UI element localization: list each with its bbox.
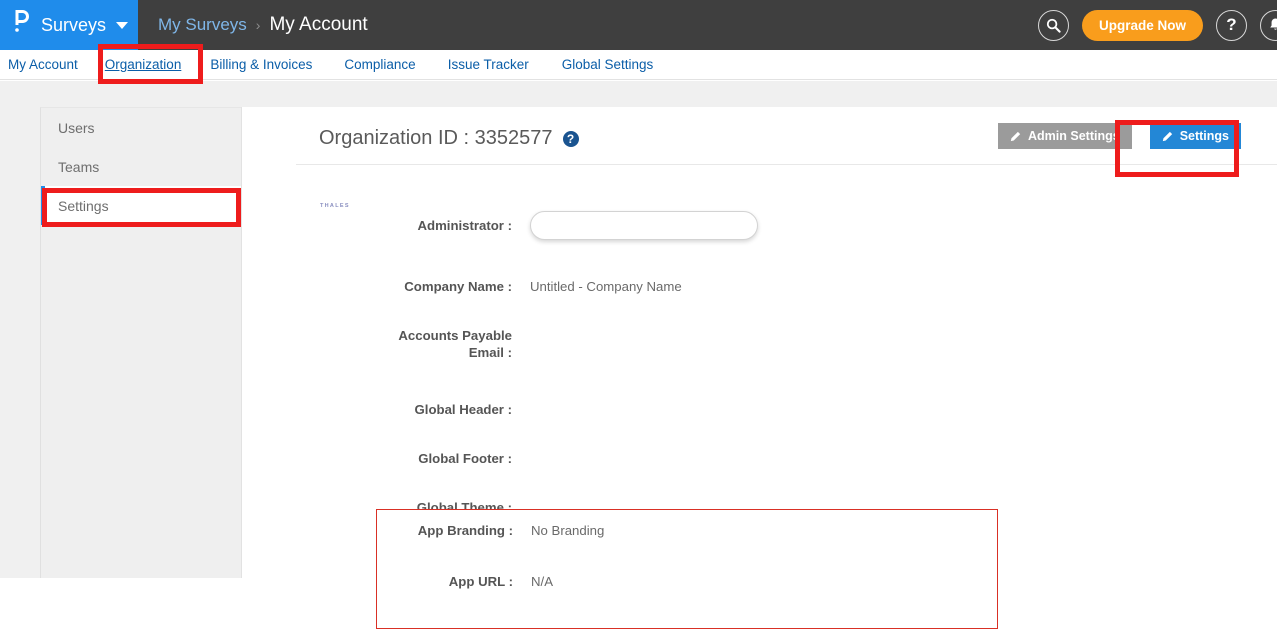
organization-help-icon[interactable]: ? [562,130,579,147]
page-body: Users Teams Settings Organization ID : 3… [0,81,1277,629]
app-branding-label: App Branding : [417,523,513,538]
content-header-actions: Admin Settings Settings [998,123,1241,149]
top-header-bar: Surveys My Surveys › My Account Upgrade … [0,0,1277,50]
sidebar-item-settings[interactable]: Settings [41,186,241,225]
field-row-company-name: Company Name : Untitled - Company Name [242,278,1277,295]
settings-content-panel: Organization ID : 3352577 ? Admin Settin… [241,107,1277,629]
global-footer-label: Global Footer : [418,451,512,466]
sidebar-item-teams[interactable]: Teams [41,147,241,186]
accounts-payable-label-line1: Accounts Payable [398,328,512,343]
help-icon[interactable]: ? [1216,9,1247,41]
tab-organization[interactable]: Organization [105,57,182,72]
app-url-label: App URL : [448,574,513,589]
sidebar-item-users[interactable]: Users [41,108,241,147]
admin-settings-label: Admin Settings [1028,129,1120,143]
upgrade-now-button[interactable]: Upgrade Now [1081,9,1203,41]
organization-id-text: Organization ID : 3352577 [319,127,553,149]
proprofs-logo-icon [14,10,29,38]
company-name-label: Company Name : [404,279,512,294]
breadcrumb: My Surveys › My Account [158,14,368,36]
field-row-administrator: Administrator : [242,211,1277,246]
app-branding-value: No Branding [531,523,605,538]
administrator-input[interactable] [530,211,758,240]
sidebar-item-label: Users [58,119,95,136]
sidebar-item-label: Settings [58,197,109,214]
app-branding-section: App Branding : No Branding App URL : N/A [376,509,998,629]
field-row-app-url: App URL : N/A [377,574,997,589]
bell-icon[interactable] [1260,9,1277,41]
company-name-value: Untitled - Company Name [530,279,682,294]
app-url-value: N/A [531,574,553,589]
brand-area[interactable]: Surveys [0,0,138,50]
tab-global-settings[interactable]: Global Settings [562,57,654,72]
organization-settings-form: Administrator : Company Name : Untitled … [242,185,1277,516]
pencil-icon [1010,131,1021,142]
header-actions: Upgrade Now ? [1037,0,1277,50]
settings-label: Settings [1179,129,1229,143]
header-divider [296,164,1277,165]
tab-billing-invoices[interactable]: Billing & Invoices [210,57,312,72]
field-row-accounts-payable-email: Accounts Payable Email : [242,327,1277,361]
breadcrumb-current: My Account [269,14,368,35]
tab-compliance[interactable]: Compliance [344,57,415,72]
tab-issue-tracker[interactable]: Issue Tracker [448,57,529,72]
secondary-tab-bar: My Account Organization Billing & Invoic… [0,50,1277,80]
tab-my-account[interactable]: My Account [8,57,78,72]
field-row-global-header: Global Header : [242,401,1277,418]
settings-button[interactable]: Settings [1149,123,1241,149]
field-row-app-branding: App Branding : No Branding [377,523,997,538]
chevron-down-icon[interactable] [116,21,129,29]
breadcrumb-my-surveys[interactable]: My Surveys [158,15,247,35]
sidebar-item-label: Teams [58,158,100,175]
admin-settings-button[interactable]: Admin Settings [998,123,1132,149]
search-icon[interactable] [1037,9,1069,41]
organization-sidebar: Users Teams Settings [40,107,241,578]
accounts-payable-email-label: Accounts Payable Email : [242,327,520,361]
page-title: Organization ID : 3352577 ? [319,127,579,150]
pencil-icon [1162,131,1173,142]
breadcrumb-separator-icon: › [255,17,261,33]
field-row-global-footer: Global Footer : [242,450,1277,467]
global-header-label: Global Header : [414,402,512,417]
help-question-mark: ? [1226,15,1237,34]
content-header: Organization ID : 3352577 ? Admin Settin… [242,107,1277,162]
accounts-payable-label-line2: Email : [468,345,512,360]
administrator-label: Administrator : [417,218,512,233]
brand-name-label: Surveys [41,14,107,35]
